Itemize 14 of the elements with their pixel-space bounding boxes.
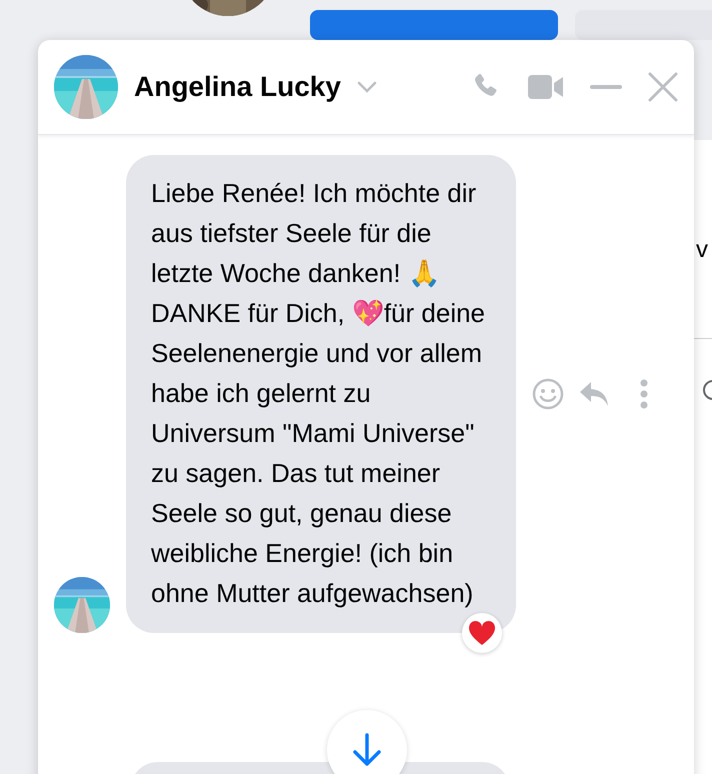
chevron-down-icon[interactable] — [356, 81, 377, 93]
remove-button[interactable] — [575, 10, 712, 40]
contact-name[interactable]: Angelina Lucky — [134, 66, 341, 108]
message-text: Liebe Renée! Ich möchte dir aus tiefster Seele für die letzte Woche danken! 🙏DANKE für Dich, 💖für deine Seelenenergie und vor allem habe ich gelernt zu Universum "Mami Universe" zu sagen. Das tut meiner Seele so gut, genau diese weibliche Energie! (ich bin ohne Mutter aufgewachsen) — [151, 177, 486, 610]
side-text: v — [696, 235, 708, 265]
video-camera-icon[interactable] — [528, 73, 564, 101]
scroll-down-button[interactable] — [327, 710, 407, 774]
reply-icon[interactable] — [578, 380, 610, 408]
confirm-button[interactable] — [310, 10, 558, 40]
close-icon[interactable] — [648, 72, 678, 102]
more-icon[interactable] — [640, 379, 648, 409]
arrow-down-icon — [351, 733, 383, 767]
emoji-icon[interactable] — [532, 378, 564, 410]
minimize-icon[interactable] — [590, 85, 622, 89]
